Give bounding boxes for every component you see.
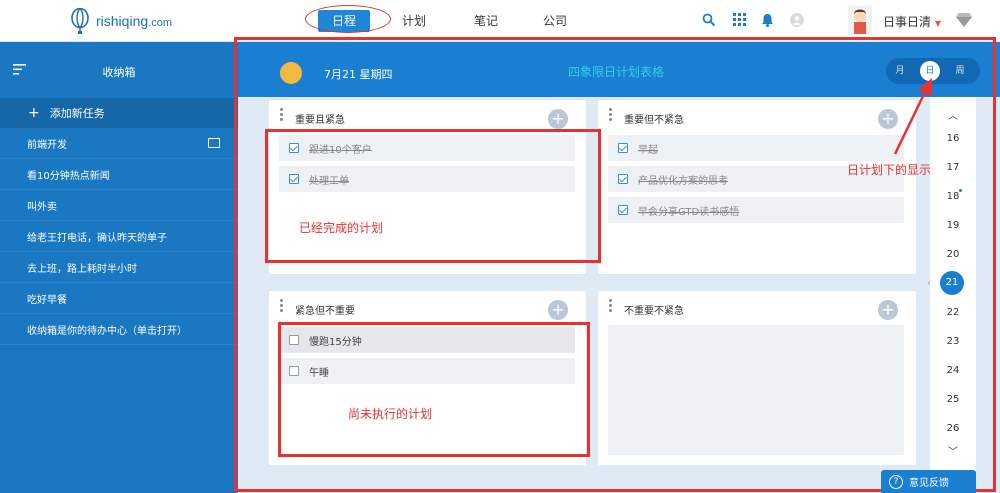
sidebar-item-label: 看10分钟热点新闻 [27,170,110,182]
diamond-icon[interactable] [956,13,972,27]
pending-highlight-box [278,322,590,457]
avatar[interactable] [848,6,872,34]
sidebar-item[interactable]: 去上班，路上耗时半小时 [0,252,238,283]
app-window: rishiqing.com 日程 计划 笔记 公司 日事日清 ▼ 收纳箱 + 添… [0,0,1000,493]
keyboard-icon[interactable] [208,138,220,148]
add-task-button[interactable]: + 添加新任务 [0,98,238,128]
sidebar-item-label: 吃好早餐 [27,294,67,306]
pending-annotation: 尚未执行的计划 [348,407,433,421]
question-icon: ? [889,474,903,489]
bell-icon[interactable] [761,13,774,27]
sidebar-item[interactable]: 收纳箱是你的待办中心（单击打开） [0,314,238,345]
sidebar-header: 收纳箱 [0,42,238,98]
active-tab-ellipse-annotation [305,5,391,33]
done-annotation: 已经完成的计划 [299,221,384,235]
sidebar-item[interactable]: 吃好早餐 [0,283,238,314]
apps-grid-icon[interactable] [733,13,746,26]
search-icon[interactable] [702,13,716,27]
sidebar-item[interactable]: 给老王打电话，确认昨天的单子 [0,221,238,252]
sidebar-item-label: 收纳箱是你的待办中心（单击打开） [27,325,187,337]
feedback-button[interactable]: ? 意见反馈 [881,470,976,493]
plus-icon: + [28,105,40,121]
sidebar-item-label: 叫外卖 [27,201,57,213]
top-bar: rishiqing.com 日程 计划 笔记 公司 日事日清 ▼ [0,0,1000,42]
annotation-arrow-icon [893,78,932,155]
sidebar-item-label: 给老王打电话，确认昨天的单子 [27,232,167,244]
user-name[interactable]: 日事日清 ▼ [883,13,941,30]
sidebar-item-label: 去上班，路上耗时半小时 [27,263,137,275]
logo-text: rishiqing.com [96,13,172,29]
sidebar-item-label: 前端开发 [27,139,67,151]
feedback-label: 意见反馈 [909,478,949,489]
sidebar-item[interactable]: 前端开发 [0,128,238,159]
nav-tab-notes[interactable]: 笔记 [466,10,506,32]
done-highlight-box [265,129,601,263]
day-view-annotation: 日计划下的显示 [847,163,932,177]
user-circle-icon[interactable] [790,13,804,27]
nav-tab-plan[interactable]: 计划 [394,10,434,32]
sidebar-title: 收纳箱 [102,66,136,79]
sidebar-item[interactable]: 叫外卖 [0,190,238,221]
add-task-label: 添加新任务 [49,107,105,120]
caret-down-icon: ▼ [934,19,941,28]
nav-tab-company[interactable]: 公司 [535,10,575,32]
balloon-logo-icon [71,8,89,34]
inbox-sidebar: 收纳箱 + 添加新任务 前端开发 看10分钟热点新闻 叫外卖 给老王打电话，确认… [0,42,238,493]
sidebar-item[interactable]: 看10分钟热点新闻 [0,159,238,190]
logo[interactable]: rishiqing.com [70,8,172,34]
